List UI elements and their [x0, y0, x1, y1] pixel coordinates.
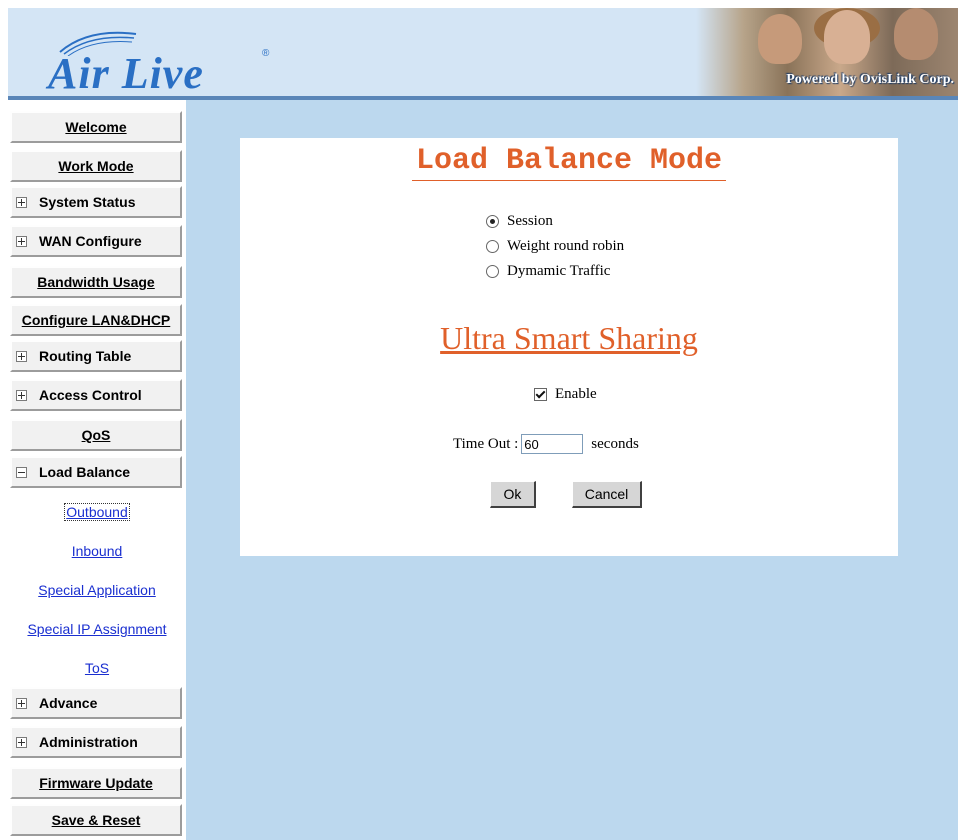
- timeout-unit: seconds: [591, 435, 639, 452]
- radio-label: Dymamic Traffic: [507, 262, 611, 279]
- menu-system-status[interactable]: System Status: [10, 186, 182, 218]
- enable-checkbox[interactable]: [534, 387, 547, 401]
- menu-label: System Status: [39, 194, 136, 210]
- menu-label: Firmware Update: [39, 775, 153, 791]
- menu-qos[interactable]: QoS: [10, 419, 182, 451]
- cancel-button[interactable]: Cancel: [572, 481, 642, 508]
- person-image-2: [824, 10, 870, 64]
- timeout-row: Time Out : seconds: [453, 432, 639, 456]
- enable-option[interactable]: Enable: [534, 384, 597, 404]
- ok-button[interactable]: Ok: [490, 481, 536, 508]
- mode-option-dynamic-traffic[interactable]: Dymamic Traffic: [486, 260, 610, 282]
- radio-label: Session: [507, 212, 553, 229]
- expand-plus-icon[interactable]: [16, 350, 27, 362]
- sublink-label: Outbound: [64, 503, 130, 521]
- menu-advance[interactable]: Advance: [10, 687, 182, 719]
- page-title: Load Balance Mode: [240, 144, 898, 181]
- expand-plus-icon[interactable]: [16, 736, 27, 748]
- menu-wan-configure[interactable]: WAN Configure: [10, 225, 182, 257]
- expand-plus-icon[interactable]: [16, 235, 27, 247]
- menu-label: Advance: [39, 695, 98, 711]
- sublink-label: Inbound: [71, 543, 123, 559]
- sidebar-menu: Welcome Work Mode System Status WAN Conf…: [8, 100, 186, 840]
- section-title-text: Ultra Smart Sharing: [440, 320, 698, 356]
- sublink-special-ip-assignment[interactable]: Special IP Assignment: [8, 621, 186, 637]
- sublink-outbound[interactable]: Outbound: [8, 503, 186, 521]
- menu-label: Work Mode: [58, 158, 134, 174]
- header-banner: Air Live ® Powered by OvisLink Corp.: [8, 8, 958, 96]
- sublink-inbound[interactable]: Inbound: [8, 543, 186, 559]
- powered-by-tagline: Powered by OvisLink Corp.: [786, 72, 954, 87]
- expand-plus-icon[interactable]: [16, 697, 27, 709]
- menu-label: Load Balance: [39, 464, 131, 480]
- person-image-1: [758, 14, 802, 64]
- logo-text: Air Live: [48, 49, 204, 96]
- radio-button-dynamic-traffic[interactable]: [486, 264, 499, 278]
- header-photo: Powered by OvisLink Corp.: [696, 8, 958, 96]
- menu-configure-lan-dhcp[interactable]: Configure LAN&DHCP: [10, 304, 182, 336]
- menu-routing-table[interactable]: Routing Table: [10, 340, 182, 372]
- radio-button-weight-round-robin[interactable]: [486, 239, 499, 253]
- menu-label: Welcome: [65, 119, 127, 135]
- menu-access-control[interactable]: Access Control: [10, 379, 182, 411]
- page-title-text: Load Balance Mode: [411, 144, 727, 181]
- menu-welcome[interactable]: Welcome: [10, 111, 182, 143]
- menu-load-balance[interactable]: Load Balance: [10, 456, 182, 488]
- sublink-tos[interactable]: ToS: [8, 660, 186, 676]
- menu-label: Routing Table: [39, 348, 132, 364]
- ultra-smart-sharing-title: Ultra Smart Sharing: [240, 320, 898, 357]
- airlive-logo: Air Live ®: [48, 26, 278, 96]
- menu-label: Administration: [39, 734, 138, 750]
- main-content: Load Balance Mode Session Weight round r…: [186, 100, 958, 840]
- enable-label: Enable: [555, 385, 597, 402]
- load-balance-panel: Load Balance Mode Session Weight round r…: [240, 138, 898, 556]
- menu-label: Configure LAN&DHCP: [21, 312, 171, 328]
- timeout-input[interactable]: [521, 434, 584, 454]
- sublink-special-application[interactable]: Special Application: [8, 582, 186, 598]
- menu-firmware-update[interactable]: Firmware Update: [10, 767, 182, 799]
- menu-label: Access Control: [39, 387, 142, 403]
- menu-save-reset[interactable]: Save & Reset: [10, 804, 182, 836]
- menu-label: Bandwidth Usage: [37, 274, 155, 290]
- sublink-label: Special Application: [38, 582, 156, 598]
- sublink-label: Special IP Assignment: [27, 621, 167, 637]
- collapse-minus-icon[interactable]: [16, 466, 27, 478]
- menu-bandwidth-usage[interactable]: Bandwidth Usage: [10, 266, 182, 298]
- sublink-label: ToS: [84, 660, 110, 676]
- expand-plus-icon[interactable]: [16, 389, 27, 401]
- menu-label: WAN Configure: [39, 233, 142, 249]
- menu-label: Save & Reset: [51, 812, 141, 828]
- timeout-label: Time Out :: [453, 435, 519, 452]
- menu-work-mode[interactable]: Work Mode: [10, 150, 182, 182]
- radio-label: Weight round robin: [507, 237, 625, 254]
- menu-label: QoS: [81, 427, 111, 443]
- menu-administration[interactable]: Administration: [10, 726, 182, 758]
- person-image-3: [894, 8, 938, 60]
- mode-option-session[interactable]: Session: [486, 210, 553, 232]
- expand-plus-icon[interactable]: [16, 196, 27, 208]
- mode-option-weight-round-robin[interactable]: Weight round robin: [486, 235, 624, 257]
- radio-button-session[interactable]: [486, 214, 499, 228]
- registered-mark: ®: [262, 48, 270, 59]
